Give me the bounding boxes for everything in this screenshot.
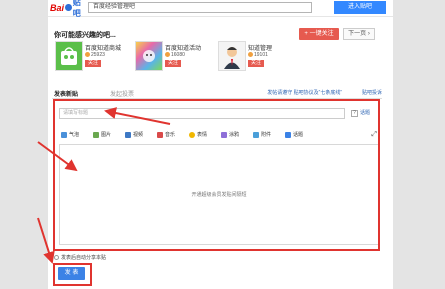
shop-bag-icon: [61, 47, 77, 65]
auto-share-checkbox[interactable]: [54, 255, 59, 260]
follow-button[interactable]: 关注: [248, 60, 264, 67]
page: Bai 贴吧 百度经验管理吧 进入贴吧 你可能感兴趣的吧... + 一键关注 下…: [48, 0, 393, 289]
forum-card[interactable]: 百度知道活动 16080 关注: [135, 41, 205, 75]
tab-poll[interactable]: 发起投票: [110, 89, 134, 98]
complaint-link[interactable]: 贴吧投诉: [362, 89, 382, 96]
member-icon: [85, 52, 90, 58]
paw-icon: [65, 4, 72, 11]
member-count: 19101: [248, 52, 268, 58]
posting-rules-link[interactable]: 发帖请遵守 贴吧协议及“七条底线”: [267, 89, 342, 96]
post-tabs: 发表新贴 发起投票 发帖请遵守 贴吧协议及“七条底线” 贴吧投诉: [52, 88, 382, 99]
member-count-value: 19101: [254, 52, 268, 58]
rainbow-icon: [143, 50, 155, 62]
member-count-value: 25923: [91, 52, 105, 58]
follow-button[interactable]: 关注: [165, 60, 181, 67]
forum-thumbnail[interactable]: [135, 41, 163, 71]
member-count-value: 16080: [171, 52, 185, 58]
search-input[interactable]: 百度经验管理吧: [88, 2, 312, 13]
member-count: 25923: [85, 52, 105, 58]
member-icon: [165, 52, 170, 58]
auto-share-option[interactable]: 发表后自动分享本贴: [54, 254, 106, 261]
follow-all-button[interactable]: + 一键关注: [299, 28, 339, 40]
forum-card[interactable]: 百度知道商城 25923 关注: [55, 41, 125, 75]
tab-new-post[interactable]: 发表新贴: [54, 89, 78, 98]
forum-thumbnail[interactable]: [218, 41, 246, 71]
enter-forum-button[interactable]: 进入贴吧: [334, 1, 386, 14]
member-icon: [248, 52, 253, 58]
auto-share-label: 发表后自动分享本贴: [61, 255, 107, 261]
forum-name[interactable]: 百度知道活动: [165, 43, 201, 52]
follow-button[interactable]: 关注: [85, 60, 101, 67]
logo-bai: Bai: [50, 2, 65, 13]
next-page-button[interactable]: 下一页 ›: [343, 28, 375, 40]
interest-title: 你可能感兴趣的吧...: [54, 32, 116, 39]
forum-card[interactable]: 知道管理 19101 关注: [218, 41, 288, 75]
forum-name[interactable]: 百度知道商城: [85, 43, 121, 52]
forum-name[interactable]: 知道管理: [248, 43, 272, 52]
logo-tieba: 贴吧: [72, 0, 81, 18]
highlight-box-publish: [53, 263, 92, 286]
manager-avatar-icon: [224, 47, 240, 69]
tieba-logo[interactable]: Bai 贴吧: [50, 0, 88, 18]
highlight-box-editor: [53, 99, 380, 251]
forum-thumbnail[interactable]: [55, 41, 83, 71]
top-bar: Bai 贴吧 百度经验管理吧 进入贴吧: [48, 0, 393, 18]
member-count: 16080: [165, 52, 185, 58]
